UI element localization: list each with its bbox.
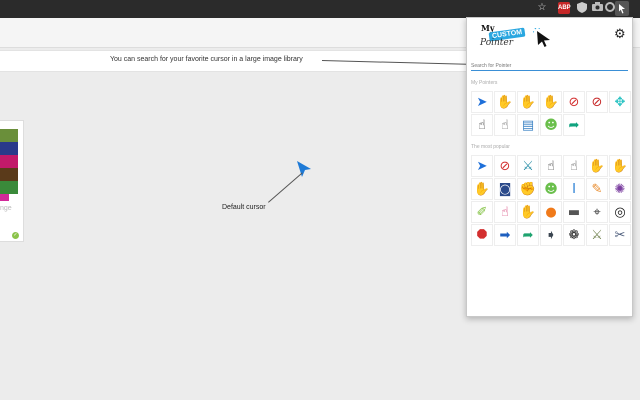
syringe-cursor-icon[interactable]: ✐	[471, 201, 493, 223]
blue-bar-arrow-cursor-icon[interactable]: ➡	[494, 224, 516, 246]
card-label: nge	[0, 205, 12, 212]
forbidden-hand-cursor-icon[interactable]: ⊘	[494, 155, 516, 177]
color-swatch	[0, 181, 18, 194]
most-popular-label: The most popular	[471, 144, 510, 150]
pencil-cursor-icon[interactable]: ✎	[586, 178, 608, 200]
custom-pointer-logo: My CUSTOM Pointer	[477, 21, 557, 53]
extension-badge-icon[interactable]: ABP	[558, 2, 571, 14]
pointing-hand-outline-cursor-icon[interactable]: ☝	[563, 155, 585, 177]
blue-arrow-cursor-icon[interactable]: ➤	[471, 155, 493, 177]
color-swatch	[0, 142, 18, 155]
scissors-cursor-icon[interactable]: ✂	[609, 224, 631, 246]
pistol-cursor-icon[interactable]: ▬	[563, 201, 585, 223]
info-text: You can search for your favorite cursor …	[110, 56, 303, 63]
text-beam-cursor-icon[interactable]: I	[563, 178, 585, 200]
stop-sign-cursor-icon[interactable]: ⯃	[471, 224, 493, 246]
custom-pointer-popup: My CUSTOM Pointer ⚙ My Pointers ➤✋✋✋⊘⊘✥☝…	[466, 17, 633, 317]
star-icon[interactable]: ☆	[536, 2, 548, 14]
pointing-hand-outline-cursor-icon[interactable]: ☝	[494, 114, 516, 136]
skin-hand-cursor-icon[interactable]: ✋	[586, 155, 608, 177]
green-curved-arrow-cursor-icon[interactable]: ➦	[517, 224, 539, 246]
forbidden-hand-cursor-icon[interactable]: ⊘	[563, 91, 585, 113]
pointing-hand-cursor-icon[interactable]: ☝	[471, 114, 493, 136]
lollipop-cursor-icon[interactable]: ●	[540, 201, 562, 223]
paw-print-cursor-icon[interactable]: ❁	[563, 224, 585, 246]
tag-arrow-cursor-icon[interactable]: ➧	[540, 224, 562, 246]
foam-finger-cursor-icon[interactable]: ☝	[494, 201, 516, 223]
check-icon: ✓	[12, 232, 19, 239]
color-swatch	[0, 194, 9, 201]
most-popular-grid: ➤ ⊘ ⚔ ☝ ☝ ✋ ✋ ✋ ◙ ✊ ☻ I ✎ ✺ ✐ ☝ ✋ ● ▬ ⌖ ◎ ⯃ ➡ ➦ ➧ ❁ ⚔ ✂	[471, 155, 631, 246]
gear-icon[interactable]: ⚙	[614, 28, 626, 41]
browser-toolbar: ☆ ABP	[0, 0, 640, 18]
my-pointers-grid: ➤ ✋ ✋ ✋ ⊘ ⊘ ✥ ☝ ☝ ▤ ☻ ➦	[471, 91, 631, 136]
palm-hand-cursor-icon[interactable]: ✋	[540, 91, 562, 113]
teal-curved-arrow-cursor-icon[interactable]: ➦	[563, 114, 585, 136]
pointing-hand-cursor-icon[interactable]: ☝	[540, 155, 562, 177]
crosshair-cursor-icon[interactable]: ⌖	[586, 201, 608, 223]
logo-cursor-icon	[533, 28, 550, 47]
cursor-collection-card[interactable]: nge ✓	[0, 120, 24, 242]
camera-icon[interactable]	[591, 2, 603, 14]
cursor-leader-line	[268, 172, 303, 203]
notepad-cursor-icon[interactable]: ▤	[517, 114, 539, 136]
move-arrows-cursor-icon[interactable]: ✥	[609, 91, 631, 113]
open-hand-cursor-icon[interactable]: ✋	[471, 178, 493, 200]
color-swatch	[0, 155, 18, 168]
camera-cursor-icon[interactable]: ◙	[494, 178, 516, 200]
smiley-ball-cursor-icon[interactable]: ☻	[540, 114, 562, 136]
fist-hand-cursor-icon[interactable]: ✊	[517, 178, 539, 200]
search-input[interactable]	[471, 61, 628, 71]
sword-cursor-icon[interactable]: ⚔	[517, 155, 539, 177]
claw-hand-cursor-icon[interactable]: ✋	[517, 201, 539, 223]
info-bar: You can search for your favorite cursor …	[0, 50, 470, 72]
virus-cursor-icon[interactable]: ✺	[609, 178, 631, 200]
default-cursor-label: Default cursor	[222, 204, 266, 211]
open-hand-cursor-icon[interactable]: ✋	[494, 91, 516, 113]
shield-icon[interactable]	[576, 2, 588, 14]
forbidden-hand-cursor-2-icon[interactable]: ⊘	[586, 91, 608, 113]
custom-pointer-extension-icon[interactable]	[615, 1, 629, 16]
my-pointers-label: My Pointers	[471, 80, 498, 86]
target-crosshair-cursor-icon[interactable]: ◎	[609, 201, 631, 223]
blue-arrow-cursor-icon[interactable]: ➤	[471, 91, 493, 113]
popup-header: My CUSTOM Pointer ⚙	[467, 18, 632, 56]
color-swatch	[0, 129, 18, 142]
knife-cursor-icon[interactable]: ⚔	[586, 224, 608, 246]
palm-hand-cursor-icon[interactable]: ✋	[609, 155, 631, 177]
logo-text-pointer: Pointer	[480, 38, 514, 48]
color-swatch	[0, 168, 18, 181]
raised-hand-cursor-icon[interactable]: ✋	[517, 91, 539, 113]
smiley-ball-cursor-icon[interactable]: ☻	[540, 178, 562, 200]
